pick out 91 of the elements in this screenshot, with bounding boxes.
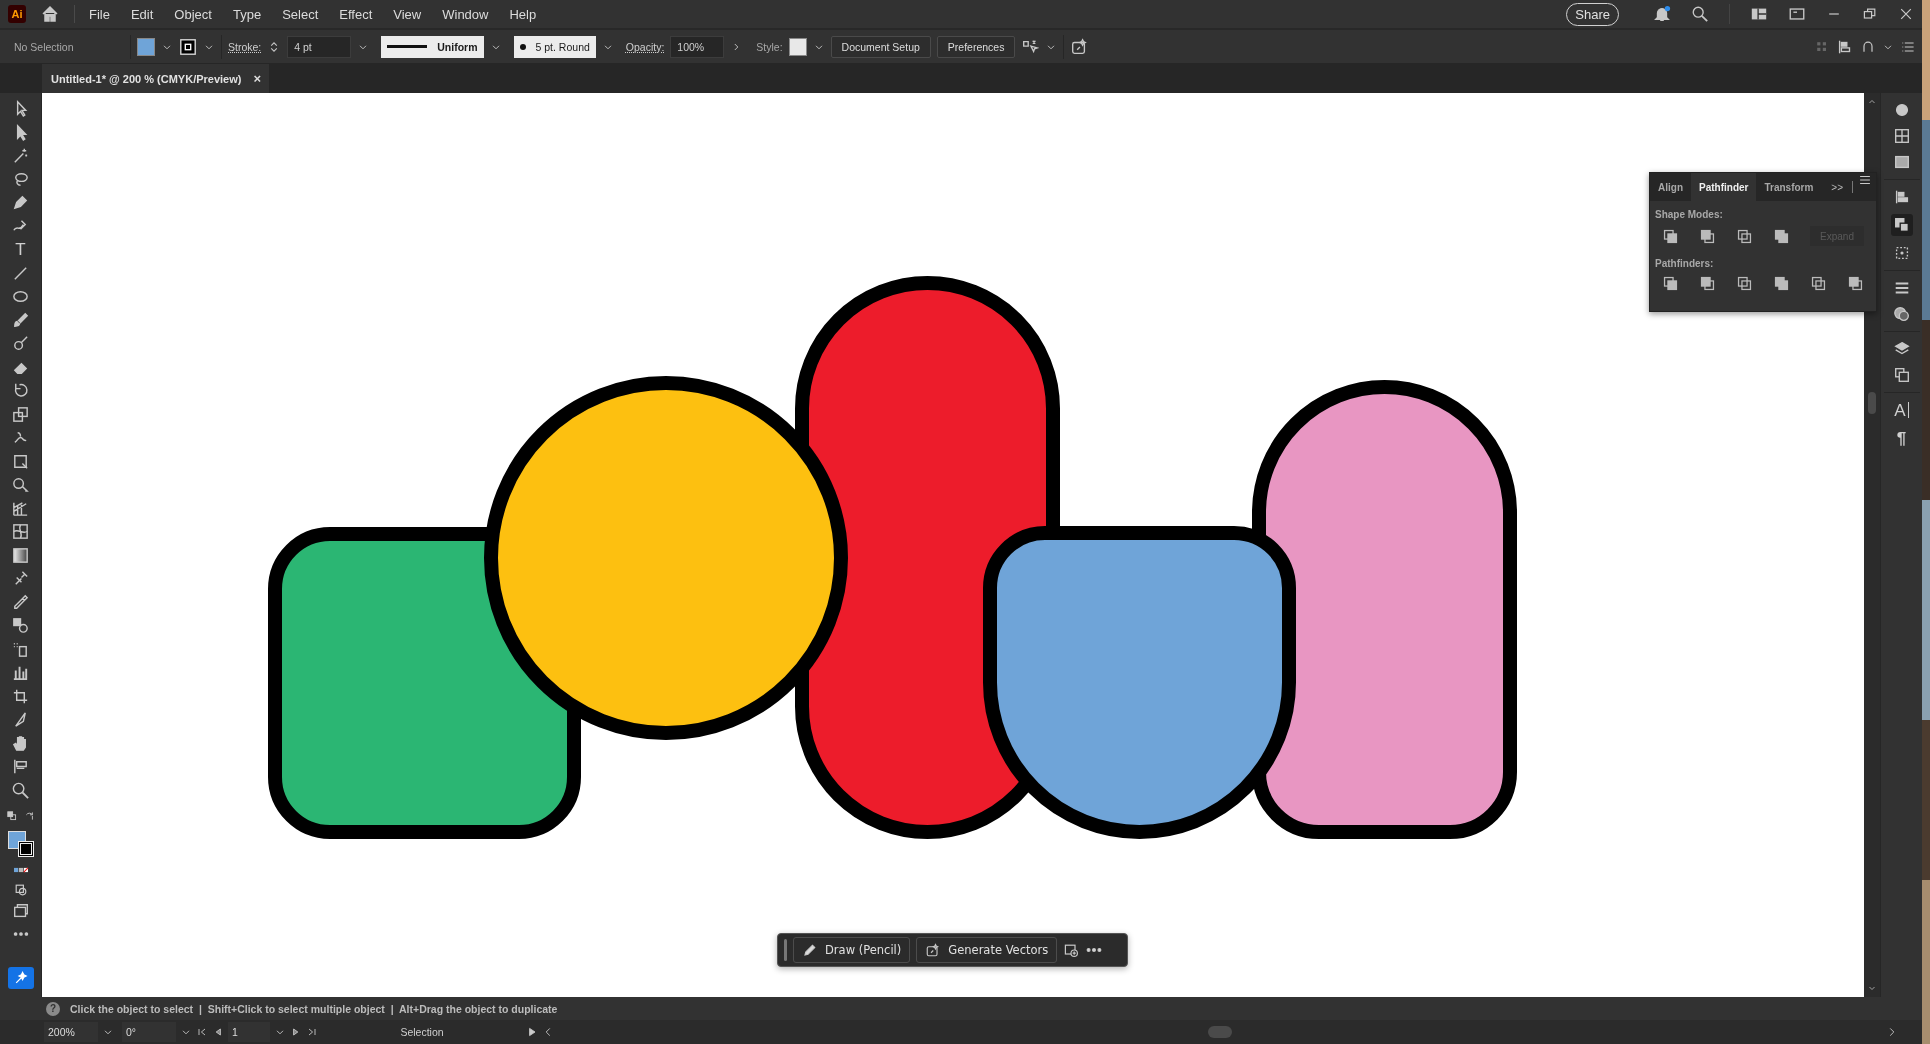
section-label: Shape Modes:	[1654, 208, 1724, 222]
fill-swatch[interactable]	[137, 37, 155, 56]
panel-menu-icon[interactable]	[1858, 173, 1872, 187]
overlapping-squares-icon[interactable]	[1736, 227, 1753, 245]
close-icon[interactable]	[1898, 6, 1914, 22]
scroll-thumb[interactable]	[1208, 1026, 1232, 1038]
mesh-icon[interactable]	[11, 522, 30, 541]
blend-icon[interactable]	[11, 616, 30, 635]
artboard-field[interactable]: 1	[228, 1022, 270, 1042]
opacity-field[interactable]: 100%	[670, 35, 725, 58]
overlapping-squares-icon[interactable]	[1736, 275, 1753, 292]
section-label: Pathfinders:	[1654, 257, 1715, 271]
artboards-panel-icon[interactable]	[1892, 366, 1911, 384]
shaper-icon[interactable]	[11, 334, 30, 353]
generative-ai-button[interactable]	[7, 967, 34, 989]
paragraph-panel-button[interactable]: ¶	[1896, 429, 1907, 449]
overlapping-squares-icon[interactable]	[1699, 275, 1716, 292]
generative-icon[interactable]	[925, 942, 941, 958]
stroke-profile-dropdown[interactable]: Uniform	[381, 35, 484, 58]
app-logo: Ai	[8, 5, 26, 23]
scroll-thumb[interactable]	[1868, 391, 1876, 414]
overlapping-squares-icon[interactable]	[1810, 275, 1827, 292]
play-icon[interactable]	[526, 1026, 538, 1038]
solid-line-icon	[387, 44, 428, 49]
image-add-icon[interactable]	[1063, 942, 1080, 958]
generate-vectors-button[interactable]: Generate Vectors	[916, 937, 1058, 963]
style-label: Style:	[756, 40, 783, 53]
close-tab-button[interactable]: ×	[253, 71, 262, 86]
gradient-panel-icon[interactable]	[1892, 153, 1911, 171]
opacity-label[interactable]: Opacity:	[625, 40, 665, 53]
menu-item[interactable]: Object	[174, 6, 212, 22]
overlapping-squares-icon[interactable]	[1662, 275, 1679, 292]
menu-item[interactable]: Help	[509, 6, 537, 22]
status-mode[interactable]: Selection	[322, 1026, 522, 1038]
zoom-icon[interactable]	[11, 780, 30, 800]
help-button[interactable]: ?	[46, 1001, 60, 1016]
default-colors-icon[interactable]	[5, 810, 18, 822]
type-tool[interactable]: T	[15, 240, 26, 259]
menu-item[interactable]: Effect	[339, 6, 373, 22]
overlapping-squares-icon[interactable]	[1773, 227, 1790, 245]
menu-item[interactable]: Window	[442, 6, 489, 22]
stroke-swatch-icon[interactable]	[179, 37, 197, 56]
toolbar-button[interactable]: Document Setup	[830, 35, 931, 58]
rotation-field[interactable]: 0°	[122, 1022, 176, 1042]
more-panels-button[interactable]: >>	[1831, 173, 1847, 201]
panel-tab[interactable]: Transform	[1756, 173, 1822, 201]
eyedropper-icon[interactable]	[11, 592, 30, 612]
generative-icon[interactable]	[1070, 37, 1089, 56]
dot-icon	[519, 43, 526, 50]
selection-status: No Selection	[14, 40, 75, 53]
stroke-weight-field[interactable]: 4 pt	[287, 35, 352, 58]
first-artboard-icon[interactable]	[196, 1026, 208, 1038]
bell-icon[interactable]	[1653, 5, 1671, 23]
status-hint: Click the object to select | Shift+Click to select multiple object | Alt+Drag the object to duplicate	[70, 1002, 558, 1015]
pen-icon[interactable]	[11, 193, 30, 212]
drag-handle[interactable]	[784, 939, 787, 961]
menu-item[interactable]: Select	[282, 6, 319, 22]
libraries-icon[interactable]	[1892, 127, 1911, 145]
draw-button[interactable]: Draw (Pencil)	[793, 937, 911, 963]
overlapping-squares-icon[interactable]	[1662, 227, 1679, 245]
panel-tab[interactable]: Pathfinder	[1691, 173, 1757, 201]
transparency-icon[interactable]	[1892, 305, 1911, 323]
gradient-icon[interactable]	[11, 545, 30, 565]
print-tiling-icon[interactable]	[11, 757, 30, 776]
menu-item[interactable]: File	[89, 6, 110, 22]
overlapping-squares-icon[interactable]	[1773, 275, 1790, 292]
home-icon[interactable]	[40, 4, 60, 24]
style-swatch[interactable]	[788, 37, 807, 56]
zoom-field[interactable]: 200%	[44, 1022, 98, 1042]
menu-item[interactable]: Edit	[130, 6, 154, 22]
toolbar-button[interactable]: Preferences	[936, 35, 1016, 58]
panel-layout-icon[interactable]	[1788, 5, 1806, 23]
restore-icon[interactable]	[1862, 6, 1878, 22]
character-panel-button[interactable]: A	[1894, 401, 1909, 421]
stroke-label[interactable]: Stroke:	[228, 40, 262, 53]
search-icon[interactable]	[1691, 5, 1709, 23]
document-tab[interactable]: Untitled-1* @ 200 % (CMYK/Preview) ×	[42, 64, 270, 93]
menu-item[interactable]: Type	[232, 6, 262, 22]
menu-item[interactable]: View	[393, 6, 422, 22]
last-artboard-icon[interactable]	[306, 1026, 318, 1038]
magic-wand-icon[interactable]	[11, 146, 30, 165]
pathfinder-panel-icon[interactable]	[1892, 216, 1911, 234]
brush-dropdown[interactable]: 5 pt. Round	[513, 35, 596, 58]
pencil-icon[interactable]	[802, 942, 817, 958]
screen-mode-icon[interactable]	[11, 902, 30, 920]
swap-arrow-icon[interactable]	[23, 810, 36, 822]
panel-tab[interactable]: Align	[1650, 173, 1691, 201]
overlapping-squares-icon[interactable]	[1699, 227, 1716, 245]
overlapping-squares-icon[interactable]	[1847, 275, 1864, 292]
scale-icon[interactable]	[11, 404, 30, 424]
paintbrush-icon[interactable]	[11, 310, 30, 330]
